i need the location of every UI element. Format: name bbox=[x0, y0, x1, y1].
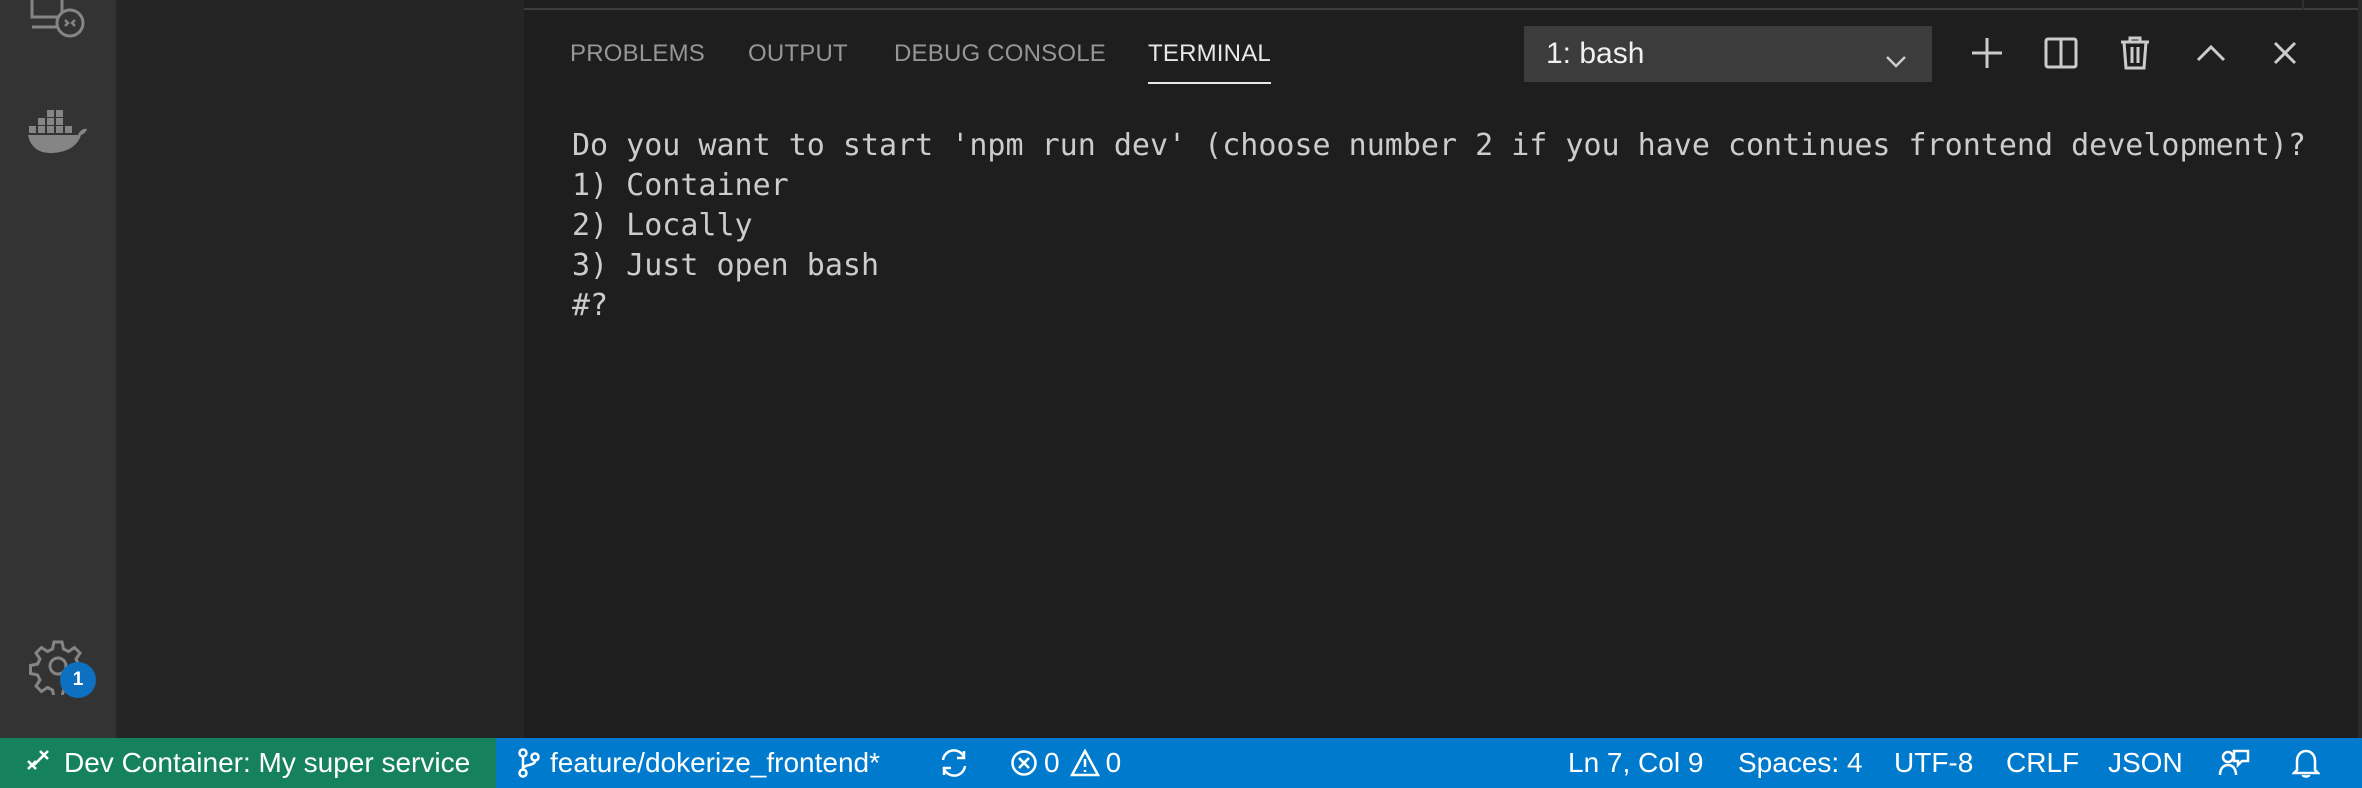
warning-count: 0 bbox=[1105, 747, 1122, 778]
terminal-line: Do you want to start 'npm run dev' (choo… bbox=[572, 128, 2306, 163]
remote-explorer-button[interactable] bbox=[0, 0, 116, 58]
remote-icon bbox=[26, 747, 52, 780]
docker-icon bbox=[28, 110, 88, 154]
plus-icon bbox=[1969, 35, 2005, 75]
feedback-icon bbox=[2218, 748, 2250, 778]
editor-area-edge bbox=[524, 0, 2362, 10]
tab-terminal[interactable]: TERMINAL bbox=[1148, 40, 1271, 84]
window-edge bbox=[2358, 0, 2362, 738]
end-of-line[interactable]: CRLF bbox=[2006, 738, 2079, 788]
editor-scrollbar[interactable] bbox=[2302, 0, 2304, 10]
git-branch-label: feature/dokerize_frontend* bbox=[550, 747, 880, 778]
manage-button[interactable]: 1 bbox=[0, 626, 116, 706]
new-terminal-button[interactable] bbox=[1962, 30, 2012, 80]
terminal-instance-value: 1: bash bbox=[1546, 37, 1645, 70]
close-icon bbox=[2272, 40, 2298, 70]
language-mode[interactable]: JSON bbox=[2108, 738, 2183, 788]
activity-bar: 1 bbox=[0, 0, 116, 738]
remote-indicator[interactable]: Dev Container: My super service bbox=[0, 738, 496, 788]
split-terminal-button[interactable] bbox=[2036, 30, 2086, 80]
terminal-output[interactable]: Do you want to start 'npm run dev' (choo… bbox=[572, 126, 2332, 326]
terminal-panel: PROBLEMS OUTPUT DEBUG CONSOLE TERMINAL 1… bbox=[524, 10, 2362, 738]
problems-summary[interactable]: 0 0 bbox=[1010, 738, 1121, 788]
terminal-line: 2) Locally bbox=[572, 208, 753, 243]
warning-icon bbox=[1069, 749, 1100, 777]
remote-explorer-icon bbox=[28, 0, 88, 45]
vscode-window: 1 PROBLEMS OUTPUT DEBUG CONSOLE TERMINAL… bbox=[0, 0, 2362, 788]
error-icon bbox=[1010, 749, 1038, 777]
maximize-panel-button[interactable] bbox=[2186, 30, 2236, 80]
tab-debug-console[interactable]: DEBUG CONSOLE bbox=[894, 40, 1106, 84]
docker-button[interactable] bbox=[0, 92, 116, 172]
feedback-button[interactable] bbox=[2218, 738, 2250, 788]
remote-label: Dev Container: My super service bbox=[64, 747, 471, 778]
notification-count-badge: 1 bbox=[60, 662, 96, 698]
indentation[interactable]: Spaces: 4 bbox=[1738, 738, 1863, 788]
tab-output[interactable]: OUTPUT bbox=[748, 40, 848, 84]
trash-icon bbox=[2120, 36, 2150, 74]
sync-button[interactable] bbox=[938, 738, 970, 788]
git-branch[interactable]: feature/dokerize_frontend* bbox=[518, 738, 880, 788]
sync-icon bbox=[938, 748, 970, 778]
terminal-line: 3) Just open bash bbox=[572, 248, 880, 283]
git-branch-icon bbox=[518, 748, 540, 778]
close-panel-button[interactable] bbox=[2260, 30, 2310, 80]
terminal-instance-dropdown[interactable]: 1: bash bbox=[1524, 26, 1932, 82]
chevron-up-icon bbox=[2196, 44, 2226, 66]
kill-terminal-button[interactable] bbox=[2110, 30, 2160, 80]
side-bar bbox=[116, 0, 524, 738]
panel-tab-bar: PROBLEMS OUTPUT DEBUG CONSOLE TERMINAL bbox=[524, 10, 2362, 84]
status-bar: Dev Container: My super service feature/… bbox=[0, 738, 2362, 788]
cursor-position[interactable]: Ln 7, Col 9 bbox=[1568, 738, 1703, 788]
tab-problems[interactable]: PROBLEMS bbox=[570, 40, 705, 84]
chevron-down-icon bbox=[1884, 44, 1908, 78]
error-count: 0 bbox=[1044, 747, 1060, 778]
terminal-line: 1) Container bbox=[572, 168, 789, 203]
bell-icon bbox=[2292, 748, 2320, 778]
encoding[interactable]: UTF-8 bbox=[1894, 738, 1973, 788]
terminal-prompt: #? bbox=[572, 288, 609, 323]
notifications-button[interactable] bbox=[2292, 738, 2320, 788]
split-terminal-icon bbox=[2044, 37, 2078, 73]
